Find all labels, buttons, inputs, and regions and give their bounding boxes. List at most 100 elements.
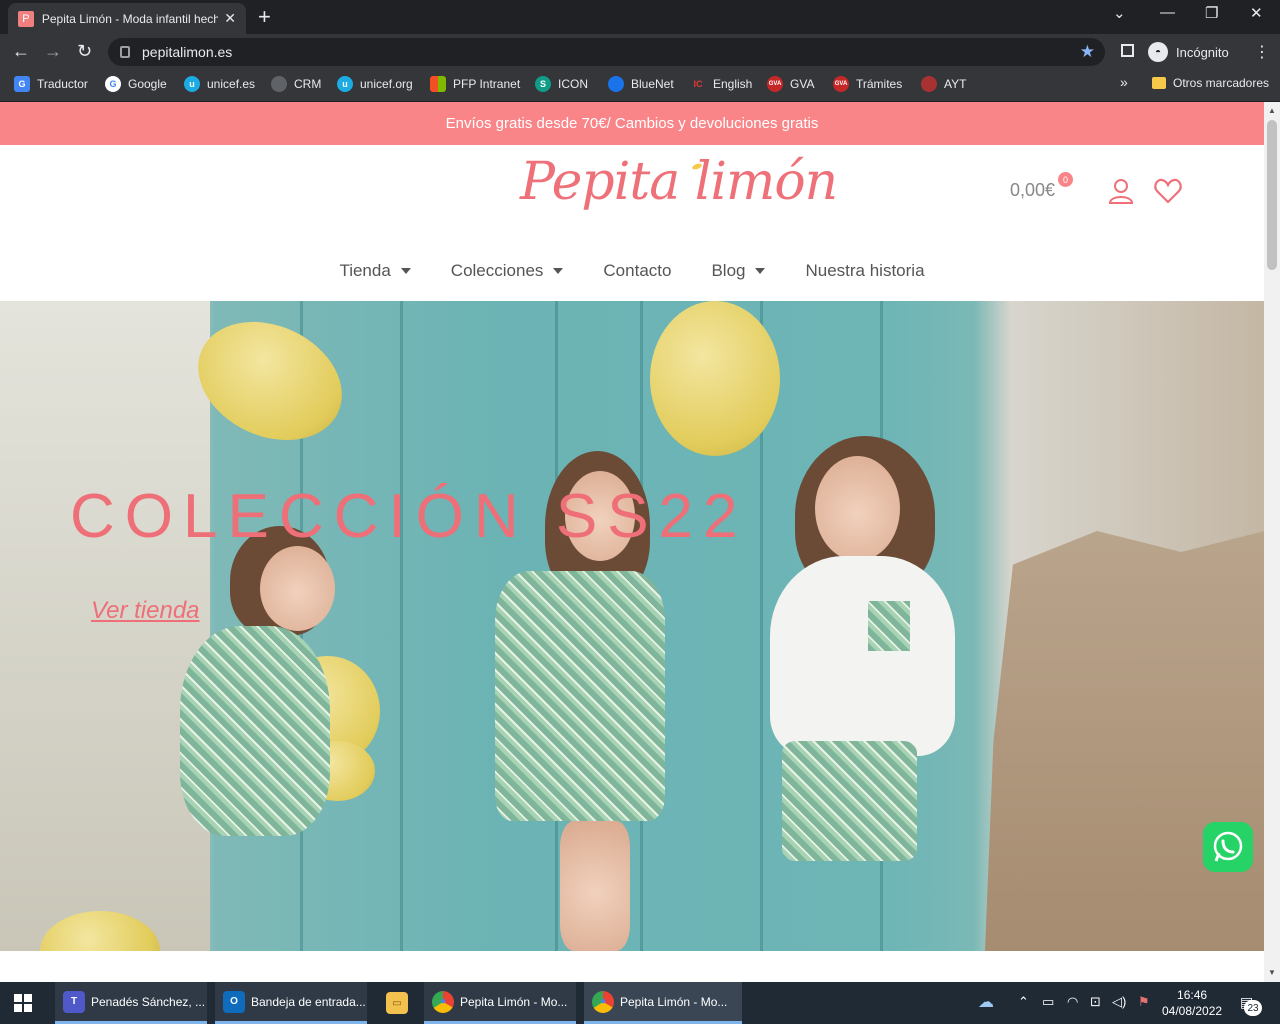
vpn-icon[interactable]: ⊡	[1090, 994, 1101, 1010]
close-window-icon[interactable]: ✕	[1250, 4, 1263, 22]
whatsapp-chat-button[interactable]	[1203, 822, 1253, 872]
nav-tienda[interactable]: Tienda	[339, 256, 411, 286]
side-panel-icon[interactable]	[1121, 44, 1134, 57]
scroll-up-icon[interactable]: ▲	[1268, 106, 1276, 115]
tshirt-pocket	[868, 601, 910, 651]
lock-icon[interactable]	[120, 46, 130, 58]
bookmark-ayt[interactable]: AYT	[921, 76, 966, 92]
security-icon[interactable]: ⚑	[1138, 994, 1150, 1010]
chrome-icon: ●	[592, 990, 614, 1013]
cart-total[interactable]: 0,00€	[1010, 180, 1055, 201]
incognito-icon: ◓	[1148, 42, 1168, 62]
taskbar-explorer[interactable]: ▭	[378, 982, 418, 1024]
task-label: Pepita Limón - Mo...	[620, 994, 728, 1009]
bookmark-folder-otros[interactable]: Otros marcadores	[1152, 76, 1269, 90]
taskbar-chrome-1[interactable]: ● Pepita Limón - Mo...	[424, 982, 576, 1024]
task-label: Pepita Limón - Mo...	[460, 994, 568, 1009]
volume-icon[interactable]: ◁)	[1112, 994, 1126, 1010]
address-bar[interactable]: pepitalimon.es ★	[108, 38, 1105, 66]
hero-title: COLECCIÓN SS22	[70, 482, 748, 551]
bookmark-label: BlueNet	[631, 77, 674, 91]
bookmark-bluenet[interactable]: BlueNet	[608, 76, 674, 92]
task-label: Bandeja de entrada...	[251, 994, 366, 1009]
nav-colecciones[interactable]: Colecciones	[451, 256, 564, 286]
bookmark-crm[interactable]: CRM	[271, 76, 321, 92]
folder-icon	[1152, 77, 1166, 89]
wifi-icon[interactable]: ◠	[1067, 994, 1078, 1010]
bookmark-star-icon[interactable]: ★	[1080, 42, 1095, 62]
nav-label: Contacto	[603, 261, 672, 280]
hero-wall-right	[985, 531, 1264, 951]
main-navigation: Tienda Colecciones Contacto Blog Nuestra…	[0, 256, 1264, 286]
shop-link[interactable]: Ver tienda	[91, 597, 200, 625]
taskbar-chrome-2[interactable]: ● Pepita Limón - Mo...	[584, 982, 742, 1024]
bookmark-label: Otros marcadores	[1173, 76, 1270, 90]
bookmark-label: AYT	[944, 77, 967, 91]
back-arrow-icon[interactable]: ←	[12, 41, 30, 61]
taskbar-outlook[interactable]: O Bandeja de entrada...	[215, 982, 367, 1024]
taskbar-teams[interactable]: T Penadés Sánchez, ...	[55, 982, 207, 1024]
clock-date: 04/08/2022	[1162, 1004, 1223, 1018]
bookmark-unicef-org[interactable]: u unicef.org	[337, 76, 413, 92]
bookmark-label: CRM	[294, 77, 322, 91]
scroll-thumb[interactable]	[1267, 120, 1277, 270]
forward-arrow-icon[interactable]: →	[44, 41, 62, 61]
browser-tab[interactable]: P Pepita Limón - Moda infantil hech ✕	[8, 3, 246, 34]
sharepoint-icon: S	[535, 76, 551, 92]
bookmark-tramites[interactable]: GVA Trámites	[833, 76, 902, 92]
nav-blog[interactable]: Blog	[711, 256, 766, 286]
tab-search-icon[interactable]: ⌄	[1113, 4, 1126, 22]
chevron-down-icon	[755, 268, 766, 274]
bookmark-label: PFP Intranet	[453, 77, 521, 91]
bookmark-google[interactable]: G Google	[105, 76, 167, 92]
bookmark-icon[interactable]: S ICON	[535, 76, 588, 92]
browser-menu-icon[interactable]: ⋮	[1254, 42, 1270, 62]
bookmark-unicef-es[interactable]: u unicef.es	[184, 76, 255, 92]
chevron-down-icon	[400, 268, 411, 274]
wishlist-heart-icon[interactable]	[1154, 178, 1182, 204]
promo-banner: Envíos gratis desde 70€/ Cambios y devol…	[0, 102, 1264, 145]
site-logo[interactable]: Pepita limón	[520, 152, 838, 212]
reload-icon[interactable]: ↻	[77, 41, 92, 61]
globe-icon	[271, 76, 287, 92]
favicon-icon: P	[18, 10, 34, 27]
kid-face	[815, 456, 900, 561]
bookmark-label: unicef.org	[360, 77, 413, 91]
google-icon: G	[105, 76, 121, 92]
battery-icon[interactable]: ▭	[1042, 994, 1054, 1010]
nav-contacto[interactable]: Contacto	[603, 256, 671, 286]
web-page: Envíos gratis desde 70€/ Cambios y devol…	[0, 102, 1264, 982]
bookmark-traductor[interactable]: G Traductor	[14, 76, 88, 92]
restore-icon[interactable]: ❐	[1205, 4, 1218, 22]
tab-title: Pepita Limón - Moda infantil hech	[41, 11, 219, 26]
minimize-icon[interactable]: —	[1160, 4, 1175, 21]
folder-icon: ▭	[386, 992, 408, 1014]
new-tab-icon[interactable]: +	[258, 5, 271, 29]
hero-banner: COLECCIÓN SS22 Ver tienda	[0, 301, 1264, 951]
bookmarks-bar: G Traductor G Google u unicef.es CRM u unice…	[0, 70, 1280, 102]
bookmark-english[interactable]: IC English	[690, 76, 753, 92]
bookmark-label: GVA	[790, 77, 815, 91]
close-tab-icon[interactable]: ✕	[224, 10, 236, 27]
kid-outfit	[180, 626, 330, 836]
notifications-count: 23	[1244, 1000, 1262, 1016]
unicef-icon: u	[184, 76, 200, 92]
system-clock[interactable]: 16:46 04/08/2022	[1162, 987, 1222, 1019]
start-button[interactable]	[10, 982, 32, 1024]
user-account-icon[interactable]	[1108, 178, 1134, 204]
onedrive-icon[interactable]: ☁	[978, 992, 994, 1012]
bookmark-gva[interactable]: GVA GVA	[767, 76, 814, 92]
chrome-icon: ●	[432, 990, 454, 1013]
chevron-up-icon[interactable]: ⌃	[1018, 994, 1029, 1010]
page-scrollbar[interactable]: ▲ ▼	[1264, 102, 1280, 982]
bookmarks-overflow-icon[interactable]: »	[1120, 74, 1128, 90]
kid-tshirt	[770, 556, 955, 756]
bookmark-pfp-intranet[interactable]: PFP Intranet	[430, 76, 520, 92]
bookmark-label: Trámites	[856, 77, 903, 91]
nav-nuestra-historia[interactable]: Nuestra historia	[805, 256, 924, 286]
incognito-indicator[interactable]: ◓ Incógnito	[1148, 38, 1229, 66]
scroll-down-icon[interactable]: ▼	[1268, 968, 1276, 977]
kid-outfit	[495, 571, 665, 821]
kid-shorts	[782, 741, 917, 861]
cart-count-badge: 0	[1058, 172, 1073, 187]
